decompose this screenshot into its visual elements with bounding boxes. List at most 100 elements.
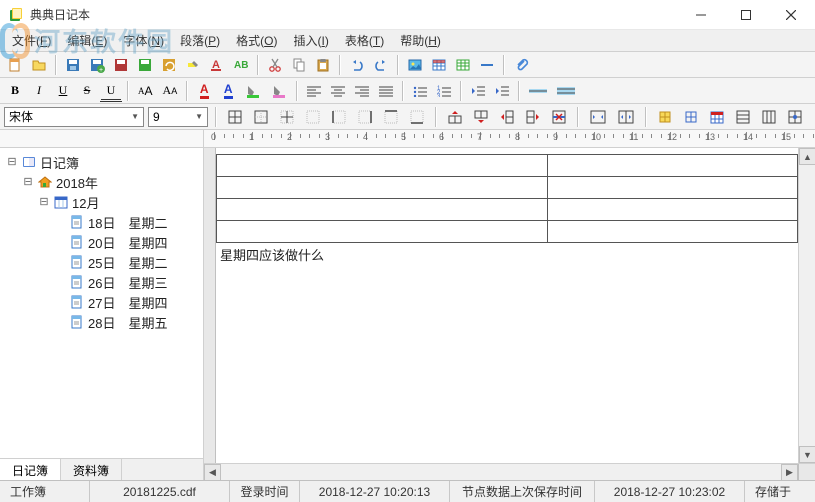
outdent-button[interactable] xyxy=(467,80,489,102)
tree-day[interactable]: 26日 星期三 xyxy=(2,272,201,292)
menu-paragraph[interactable]: 段落(P) xyxy=(172,29,228,52)
font-shrink-button[interactable]: AA xyxy=(159,80,182,102)
bullet-list-button[interactable] xyxy=(409,80,431,102)
grid-blue-button[interactable] xyxy=(680,106,702,128)
bold-button[interactable]: B xyxy=(4,80,26,102)
color-a-button[interactable]: A xyxy=(206,54,228,76)
border-all-button[interactable] xyxy=(224,106,246,128)
highlight-green-button[interactable] xyxy=(241,80,265,102)
border-right-button[interactable] xyxy=(354,106,376,128)
horizontal-scrollbar[interactable]: ◀ ▶ xyxy=(204,463,815,480)
border-none-button[interactable] xyxy=(302,106,324,128)
align-center-button[interactable] xyxy=(327,80,349,102)
table-green-button[interactable] xyxy=(452,54,474,76)
italic-button[interactable]: I xyxy=(28,80,50,102)
image-button[interactable] xyxy=(404,54,426,76)
menu-font[interactable]: 字体(N) xyxy=(115,29,172,52)
align-left-button[interactable] xyxy=(303,80,325,102)
new-doc-button[interactable] xyxy=(4,54,26,76)
border-inner-button[interactable] xyxy=(276,106,298,128)
tree-day[interactable]: 27日 星期四 xyxy=(2,292,201,312)
svg-text:3: 3 xyxy=(437,94,441,97)
menu-file[interactable]: 文件(F) xyxy=(4,29,59,52)
redo-button[interactable] xyxy=(370,54,392,76)
import-button[interactable] xyxy=(134,54,156,76)
number-list-button[interactable]: 123 xyxy=(433,80,455,102)
single-line-icon[interactable] xyxy=(525,80,551,102)
merge-cells-button[interactable] xyxy=(586,106,610,128)
tree-day[interactable]: 25日 星期二 xyxy=(2,252,201,272)
font-color-red-button[interactable]: A xyxy=(193,80,215,102)
tree-day[interactable]: 28日 星期五 xyxy=(2,312,201,332)
tree-year[interactable]: ⊟ 2018年 xyxy=(2,172,201,192)
tree-month[interactable]: ⊟ 12月 xyxy=(2,192,201,212)
insert-row-above-button[interactable] xyxy=(444,106,466,128)
sidebar-tab-diary[interactable]: 日记簿 xyxy=(0,459,61,480)
collapse-icon[interactable]: ⊟ xyxy=(6,155,18,169)
vertical-scrollbar[interactable]: ▲ ▼ xyxy=(798,148,815,463)
color-b-button[interactable]: AB xyxy=(230,54,252,76)
sidebar-tab-material[interactable]: 资料簿 xyxy=(61,459,122,480)
tree-day[interactable]: 18日 星期二 xyxy=(2,212,201,232)
font-grow-button[interactable]: AA xyxy=(134,80,157,102)
collapse-icon[interactable]: ⊟ xyxy=(38,195,50,209)
border-outer-button[interactable] xyxy=(250,106,272,128)
row-height-button[interactable] xyxy=(732,106,754,128)
entry-tree[interactable]: ⊟ 日记簿 ⊟ 2018年 ⊟ 12月 18日 星期二20日 星期四25日 星期… xyxy=(0,148,203,458)
insert-row-below-button[interactable] xyxy=(470,106,492,128)
paste-button[interactable] xyxy=(312,54,334,76)
menu-help[interactable]: 帮助(H) xyxy=(392,29,449,52)
autofit-button[interactable] xyxy=(784,106,806,128)
tree-root[interactable]: ⊟ 日记簿 xyxy=(2,152,201,172)
border-left-button[interactable] xyxy=(328,106,350,128)
menu-edit[interactable]: 编辑(E) xyxy=(59,29,115,52)
highlight-pink-button[interactable] xyxy=(267,80,291,102)
document-table[interactable] xyxy=(216,154,798,243)
grid-snap-button[interactable] xyxy=(654,106,676,128)
collapse-icon[interactable]: ⊟ xyxy=(22,175,34,189)
border-bottom-button[interactable] xyxy=(406,106,428,128)
font-color-blue-button[interactable]: A xyxy=(217,80,239,102)
refresh-button[interactable] xyxy=(158,54,180,76)
attach-button[interactable] xyxy=(510,54,532,76)
cut-button[interactable] xyxy=(264,54,286,76)
calendar-button[interactable] xyxy=(706,106,728,128)
delete-row-button[interactable] xyxy=(548,106,570,128)
font-family-select[interactable]: 宋体 ▼ xyxy=(4,107,144,127)
document-text[interactable]: 星期四应该做什么 xyxy=(216,243,798,266)
split-cells-button[interactable] xyxy=(614,106,638,128)
menu-format[interactable]: 格式(O) xyxy=(228,29,285,52)
scroll-left-icon[interactable]: ◀ xyxy=(204,464,221,481)
indent-button[interactable] xyxy=(491,80,513,102)
table-button[interactable] xyxy=(428,54,450,76)
insert-col-left-button[interactable] xyxy=(496,106,518,128)
undo-button[interactable] xyxy=(346,54,368,76)
underline-button[interactable]: U xyxy=(52,80,74,102)
double-underline-button[interactable]: U xyxy=(100,80,122,102)
tree-day[interactable]: 20日 星期四 xyxy=(2,232,201,252)
align-right-button[interactable] xyxy=(351,80,373,102)
insert-col-right-button[interactable] xyxy=(522,106,544,128)
border-top-button[interactable] xyxy=(380,106,402,128)
document-body[interactable]: 星期四应该做什么 xyxy=(216,148,798,463)
open-button[interactable] xyxy=(28,54,50,76)
line-button[interactable] xyxy=(476,54,498,76)
maximize-button[interactable] xyxy=(723,1,768,29)
font-size-select[interactable]: 9 ▼ xyxy=(148,107,208,127)
menu-insert[interactable]: 插入(I) xyxy=(285,29,336,52)
export-button[interactable] xyxy=(110,54,132,76)
highlight-button[interactable] xyxy=(182,54,204,76)
menu-table[interactable]: 表格(T) xyxy=(337,29,392,52)
strike-button[interactable]: S xyxy=(76,80,98,102)
scroll-down-icon[interactable]: ▼ xyxy=(799,446,815,463)
align-justify-button[interactable] xyxy=(375,80,397,102)
minimize-button[interactable] xyxy=(678,1,723,29)
double-line-icon[interactable] xyxy=(553,80,579,102)
close-button[interactable] xyxy=(768,1,813,29)
save-button[interactable] xyxy=(62,54,84,76)
save-as-button[interactable]: + xyxy=(86,54,108,76)
scroll-up-icon[interactable]: ▲ xyxy=(799,148,815,165)
scroll-right-icon[interactable]: ▶ xyxy=(781,464,798,481)
copy-button[interactable] xyxy=(288,54,310,76)
col-width-button[interactable] xyxy=(758,106,780,128)
